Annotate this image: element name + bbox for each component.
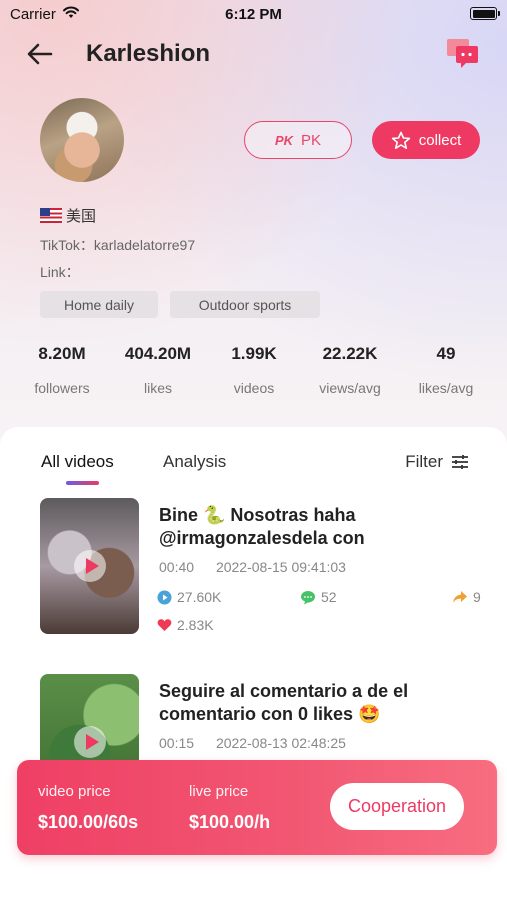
sliders-icon [452,455,468,469]
collect-button[interactable]: collect [372,121,480,159]
tag-home-daily: Home daily [40,291,158,318]
page-title: Karleshion [86,40,211,67]
pricing-bar: video price $100.00/60s live price $100.… [17,760,497,855]
avatar [40,98,124,182]
message-icon[interactable] [445,36,481,70]
stat-value: 404.20M [124,344,192,363]
stat-views-avg: 22.22K views/avg [305,344,395,396]
likes-count: 2.83K [177,617,214,633]
video-date: 2022-08-15 09:41:03 [215,559,346,575]
play-icon [74,726,106,758]
video-price-label: video price [38,783,111,800]
video-duration: 00:15 [159,735,195,751]
video-title: Seguire al comentario a de el comentario… [159,681,409,724]
stat-likes-avg: 49 likes/avg [401,344,491,396]
live-price-value: $100.00/h [189,812,271,832]
tiktok-handle: TikTok：karladelatorre97 [40,237,196,253]
live-price-label: live price [189,783,249,800]
stat-value: 8.20M [38,344,86,363]
comments-count: 52 [321,589,337,605]
tab-all-videos[interactable]: All videos [41,452,114,472]
likes-metric: 2.83K [157,617,214,633]
comments-metric: 52 [300,589,337,605]
cooperation-button[interactable]: Cooperation [330,783,464,830]
video-date: 2022-08-13 02:48:25 [215,735,346,751]
comment-icon [301,590,315,604]
video-meta: 00:40 2022-08-15 09:41:03 [159,559,346,575]
video-thumbnail[interactable] [40,498,139,634]
us-flag-icon [40,208,62,223]
collect-label: collect [418,131,462,149]
tag-outdoor-sports: Outdoor sports [170,291,320,318]
play-icon [74,550,106,582]
stat-label: followers [34,380,90,396]
video-tabs: All videos Analysis Filter [0,452,507,492]
video-price-value: $100.00/60s [38,812,139,832]
stat-value: 22.22K [322,344,378,363]
stat-value: 1.99K [231,344,277,363]
nav-bar: Karleshion [0,34,507,74]
back-arrow-icon[interactable] [24,38,56,70]
stat-followers: 8.20M followers [17,344,107,396]
stat-likes: 404.20M likes [113,344,203,396]
country-row: 美国 [40,205,96,226]
stat-label: likes [143,380,172,396]
play-circle-icon [157,590,172,604]
star-icon [391,131,410,149]
list-item[interactable]: Bine 🐍 Nosotras haha @irmagonzalesdela c… [0,498,507,648]
status-time: 6:12 PM [225,6,282,23]
stat-value: 49 [436,344,456,363]
shares-count: 9 [473,589,481,605]
pk-button[interactable]: PK PK [244,121,352,159]
live-price: live price $100.00/h [189,783,270,833]
stat-label: likes/avg [418,380,474,396]
battery-icon [470,7,500,20]
pk-icon: PK [274,132,294,148]
link-label[interactable]: Link： [40,262,80,282]
video-title: Bine 🐍 Nosotras haha @irmagonzalesdela c… [159,505,365,548]
pk-label: PK [301,131,322,149]
stat-label: videos [233,380,275,396]
filter-label: Filter [405,452,443,471]
tab-active-indicator [66,481,99,485]
views-count: 27.60K [177,589,222,605]
filter-button[interactable]: Filter [405,452,469,472]
status-bar: Carrier 6:12 PM [0,0,507,28]
video-duration: 00:40 [159,559,195,575]
stat-label: views/avg [319,380,381,396]
stat-videos: 1.99K videos [209,344,299,396]
share-arrow-icon [453,591,467,603]
views-metric: 27.60K [157,589,221,605]
video-price: video price $100.00/60s [38,783,138,833]
shares-metric: 9 [452,589,481,605]
heart-icon [157,619,172,631]
country-label: 美国 [66,208,97,225]
tab-analysis[interactable]: Analysis [163,452,226,472]
video-meta: 00:15 2022-08-13 02:48:25 [159,735,346,751]
